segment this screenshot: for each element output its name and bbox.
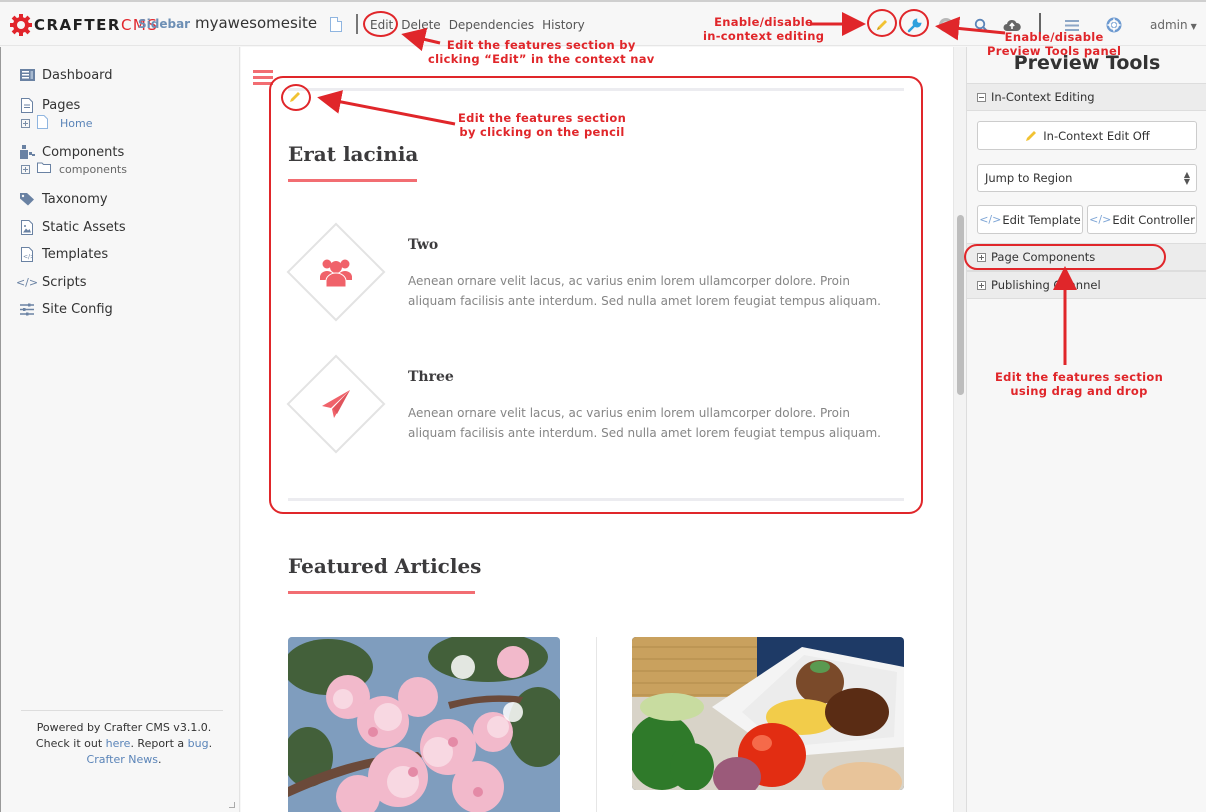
annotation-label: Enable/disable Preview Tools panel: [987, 30, 1122, 58]
annotation-text-preview-tools: Enable/disable Preview Tools panel: [987, 30, 1121, 58]
crafter-studio-window: CRAFTERCMS Sidebar myawesomesite Edit De…: [0, 0, 1206, 812]
annotation-label: Edit the features section using drag and…: [995, 370, 1164, 398]
annotation-text-ice: Enable/disable in-context editing: [703, 15, 824, 43]
annotation-text-drag-drop: Edit the features section using drag and…: [995, 370, 1163, 398]
annotation-label: Enable/disable in-context editing: [703, 15, 825, 43]
arrow-to-section-pencil: [317, 90, 456, 126]
annotation-text-context-nav: Edit the features section by clicking “E…: [428, 38, 655, 66]
annotation-text-pencil: Edit the features section by clicking on…: [458, 111, 626, 139]
annotation-label: Edit the features section by clicking on…: [458, 111, 627, 139]
annotation-label: Edit the features section by clicking “E…: [428, 38, 655, 66]
